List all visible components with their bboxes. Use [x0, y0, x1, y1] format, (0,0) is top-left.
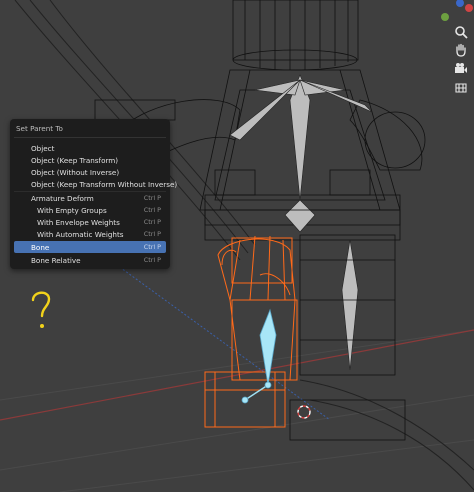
menu-item-object-keep-transform[interactable]: Object (Keep Transform): [14, 154, 166, 166]
menu-item-bone-relative[interactable]: Bone Relative Ctrl P: [14, 254, 166, 266]
zoom-icon[interactable]: [454, 25, 474, 45]
menu-separator: [14, 137, 166, 138]
camera-icon[interactable]: [454, 62, 474, 82]
menu-item-with-envelope-weights[interactable]: With Envelope Weights Ctrl P: [14, 216, 166, 228]
menu-item-bone[interactable]: Bone Ctrl P: [14, 241, 166, 253]
menu-item-object-without-inverse[interactable]: Object (Without Inverse): [14, 166, 166, 178]
menu-item-object-keep-transform-without-inverse[interactable]: Object (Keep Transform Without Inverse): [14, 178, 177, 190]
set-parent-menu: Set Parent To Object Object (Keep Transf…: [10, 119, 177, 269]
3d-cursor: [297, 405, 311, 419]
menu-item-object[interactable]: Object: [14, 142, 166, 154]
annotation-question-mark: [27, 288, 57, 334]
hand-pan-icon[interactable]: [454, 43, 474, 63]
selected-leg-mesh: [204, 235, 298, 428]
menu-item-armature-deform[interactable]: Armature Deform Ctrl P: [14, 191, 166, 204]
grid-ortho-icon[interactable]: [454, 80, 474, 100]
active-bone: [241, 308, 277, 404]
menu-item-with-empty-groups[interactable]: With Empty Groups Ctrl P: [14, 204, 166, 216]
menu-title: Set Parent To: [16, 124, 63, 133]
menu-item-with-automatic-weights[interactable]: With Automatic Weights Ctrl P: [14, 228, 166, 240]
